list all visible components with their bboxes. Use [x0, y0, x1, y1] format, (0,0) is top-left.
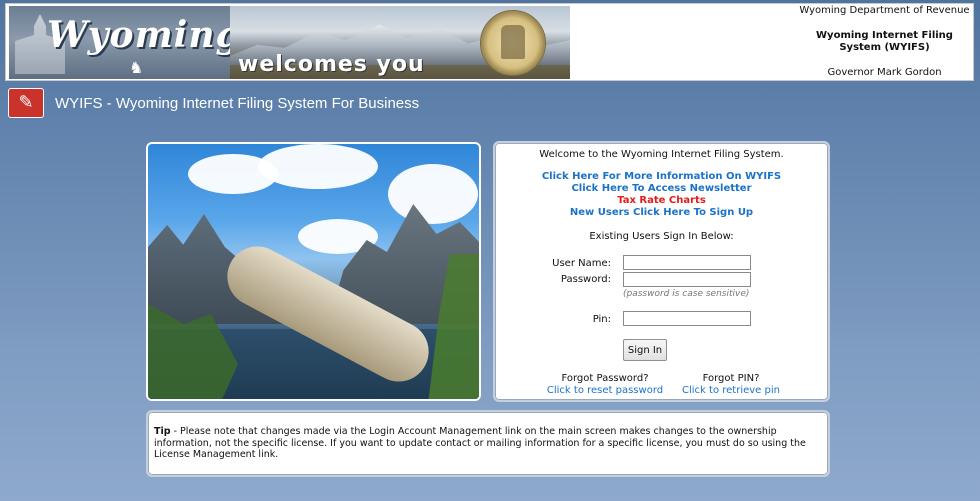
tip-panel: Tip - Please note that changes made via …	[146, 410, 830, 477]
password-input[interactable]	[623, 272, 751, 287]
password-label: Password:	[560, 274, 611, 285]
more-info-link[interactable]: Click Here For More Information On WYIFS	[495, 171, 828, 183]
newsletter-link[interactable]: Click Here To Access Newsletter	[495, 183, 828, 195]
sign-up-link[interactable]: New Users Click Here To Sign Up	[495, 207, 828, 219]
username-label: User Name:	[552, 258, 611, 269]
welcome-banner-image: welcomes you	[230, 6, 570, 79]
sign-in-button[interactable]: Sign In	[623, 339, 667, 361]
header-banner: Wyoming ♞ welcomes you Wyoming Departmen…	[5, 3, 974, 81]
welcome-banner-text: welcomes you	[238, 52, 425, 77]
wyifs-app-icon: ✎	[8, 88, 44, 118]
username-input[interactable]	[623, 255, 751, 270]
governor-name: Governor Mark Gordon	[827, 67, 942, 78]
system-name: Wyoming Internet Filing System (WYIFS)	[796, 30, 973, 54]
system-name-line1: Wyoming Internet Filing	[816, 30, 953, 41]
pin-input[interactable]	[623, 311, 751, 326]
landscape-photo	[146, 142, 481, 401]
page-title: WYIFS - Wyoming Internet Filing System F…	[55, 95, 420, 112]
bucking-horse-icon: ♞	[129, 58, 144, 77]
wyoming-logo-text: Wyoming	[47, 14, 230, 56]
retrieve-pin-link[interactable]: Click to retrieve pin	[661, 385, 801, 397]
wyoming-logo: Wyoming ♞	[9, 6, 230, 79]
forgot-pin-label: Forgot PIN?	[702, 373, 760, 384]
forgot-pin-block: Forgot PIN? Click to retrieve pin	[661, 373, 801, 397]
system-name-line2: System (WYIFS)	[839, 42, 930, 53]
forgot-password-label: Forgot Password?	[561, 373, 649, 384]
cloud-graphic	[388, 164, 478, 224]
pin-label: Pin:	[592, 314, 611, 325]
password-hint: (password is case sensitive)	[623, 289, 750, 299]
cloud-graphic	[258, 144, 378, 189]
state-seal-icon	[480, 10, 546, 76]
reset-password-link[interactable]: Click to reset password	[535, 385, 675, 397]
existing-users-heading: Existing Users Sign In Below:	[589, 231, 734, 242]
login-panel: Welcome to the Wyoming Internet Filing S…	[493, 141, 830, 402]
banner-info: Wyoming Department of Revenue Wyoming In…	[796, 4, 973, 80]
welcome-message: Welcome to the Wyoming Internet Filing S…	[539, 149, 784, 160]
tax-rate-charts-link[interactable]: Tax Rate Charts	[495, 195, 828, 207]
forgot-password-block: Forgot Password? Click to reset password	[535, 373, 675, 397]
info-links: Click Here For More Information On WYIFS…	[495, 171, 828, 219]
department-name: Wyoming Department of Revenue	[799, 5, 970, 16]
tip-label: Tip	[154, 426, 171, 437]
tip-text: - Please note that changes made via the …	[154, 426, 806, 460]
